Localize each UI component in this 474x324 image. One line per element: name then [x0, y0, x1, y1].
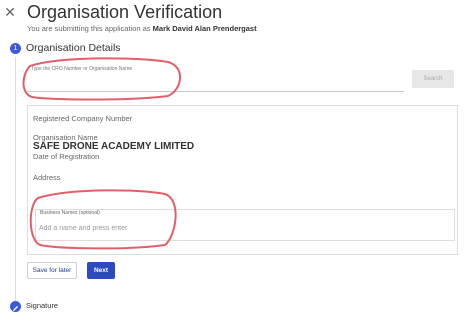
registered-company-number-label: Registered Company Number — [33, 114, 133, 123]
cro-search-field[interactable]: Type the CRO Number or Organisation Name — [27, 60, 458, 92]
stepper-line — [15, 57, 16, 301]
cro-search-underline — [27, 91, 404, 92]
step-2-label: Signature — [26, 301, 59, 310]
step-1-label: Organisation Details — [26, 42, 121, 54]
save-for-later-button[interactable]: Save for later — [27, 262, 77, 279]
search-button[interactable]: Search — [412, 70, 454, 88]
close-icon[interactable]: ✕ — [3, 5, 17, 19]
page-subtitle: You are submitting this application as M… — [27, 24, 257, 33]
next-button[interactable]: Next — [87, 262, 115, 279]
business-names-label: Business Names (optional) — [40, 210, 100, 216]
page-title: Organisation Verification — [27, 2, 223, 22]
step-1-badge: 1 — [10, 43, 21, 54]
address-label: Address — [33, 173, 61, 182]
subtitle-prefix: You are submitting this application as — [27, 24, 151, 33]
pencil-icon — [10, 301, 21, 312]
submitter-name: Mark David Alan Prendergast — [152, 24, 257, 33]
cro-search-label: Type the CRO Number or Organisation Name — [31, 66, 133, 72]
business-names-input[interactable] — [39, 222, 339, 234]
date-of-registration-label: Date of Registration — [33, 152, 100, 161]
organisation-name-value: SAFE DRONE ACADEMY LIMITED — [33, 141, 195, 152]
